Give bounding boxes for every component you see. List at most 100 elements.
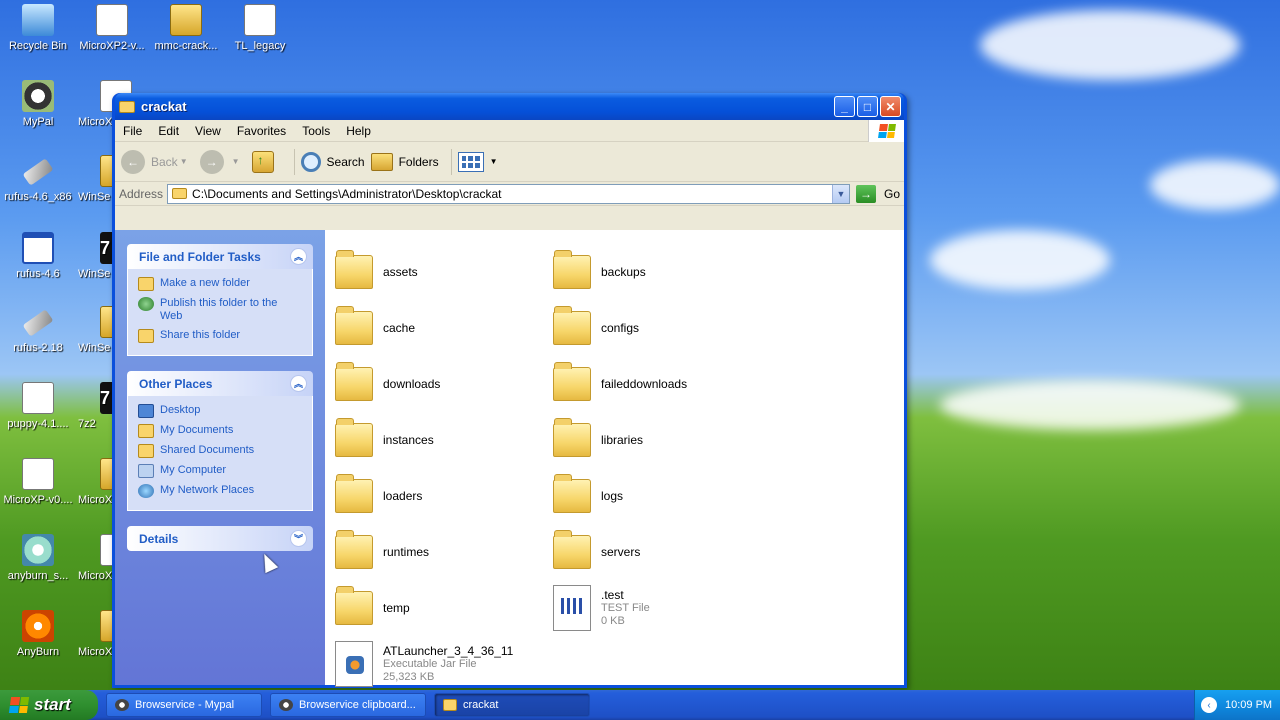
- forward-dropdown-icon[interactable]: ▼: [232, 157, 240, 166]
- taskbar-button-crackat[interactable]: crackat: [434, 693, 590, 717]
- taskbar-button-mypal[interactable]: Browservice - Mypal: [106, 693, 262, 717]
- address-label: Address: [119, 186, 164, 201]
- file-list: assets backups cache configs downloads f…: [325, 230, 904, 687]
- other-places-panel: Other Places ︽ Desktop My Documents Shar…: [127, 371, 313, 511]
- test-file-icon: [553, 585, 591, 631]
- collapse-chevron-icon[interactable]: ︽: [290, 248, 307, 265]
- desktop-icon-usb[interactable]: rufus-2.18: [0, 306, 76, 354]
- start-button[interactable]: start: [0, 690, 98, 720]
- desktop-icon-mypal[interactable]: MyPal: [0, 80, 76, 128]
- folder-item[interactable]: servers: [553, 524, 771, 580]
- file-item[interactable]: ATLauncher_3_4_36_11 Executable Jar File…: [335, 636, 553, 692]
- views-icon: [457, 151, 484, 172]
- folder-item[interactable]: backups: [553, 244, 771, 300]
- desktop-icon-usb[interactable]: rufus-4.6_x86: [0, 155, 76, 203]
- usb-icon: [22, 309, 54, 337]
- folder-icon: [335, 362, 373, 401]
- task-make-new-folder[interactable]: Make a new folder: [138, 277, 302, 291]
- system-tray: ‹ 10:09 PM: [1194, 690, 1280, 720]
- go-button[interactable]: → Go: [855, 184, 900, 203]
- views-dropdown-icon: ▼: [489, 157, 498, 166]
- other-places-body: Desktop My Documents Shared Documents My…: [127, 396, 313, 511]
- collapse-chevron-icon[interactable]: ︽: [290, 375, 307, 392]
- up-button[interactable]: [251, 150, 282, 173]
- menu-favorites[interactable]: Favorites: [229, 124, 294, 138]
- menu-tools[interactable]: Tools: [294, 124, 338, 138]
- windows-flag-icon: [877, 124, 896, 138]
- desktop-icon-file[interactable]: puppy-4.1....: [0, 382, 76, 430]
- desktop-icon-zip[interactable]: mmc-crack...: [148, 4, 224, 52]
- menu-view[interactable]: View: [187, 124, 229, 138]
- wallpaper-cloud: [980, 10, 1240, 80]
- wallpaper-cloud: [1150, 160, 1280, 210]
- details-panel: Details ︾: [127, 526, 313, 551]
- anyburn-icon: [22, 610, 54, 642]
- other-places-header[interactable]: Other Places ︽: [127, 371, 313, 396]
- desktop-icon-disc[interactable]: anyburn_s...: [0, 534, 76, 582]
- folder-item[interactable]: faileddownloads: [553, 356, 771, 412]
- folder-icon: [335, 306, 373, 345]
- folder-item[interactable]: libraries: [553, 412, 771, 468]
- details-header[interactable]: Details ︾: [127, 526, 313, 551]
- menu-help[interactable]: Help: [338, 124, 379, 138]
- place-my-computer[interactable]: My Computer: [138, 464, 302, 478]
- folder-item[interactable]: configs: [553, 300, 771, 356]
- folders-button[interactable]: Folders: [370, 152, 439, 171]
- task-publish-folder[interactable]: Publish this folder to the Web: [138, 297, 302, 323]
- search-label: Search: [326, 154, 365, 169]
- show-hidden-icons-chevron-icon[interactable]: ‹: [1201, 697, 1217, 713]
- windows-logo: [868, 120, 904, 142]
- back-button[interactable]: ← Back ▼: [121, 149, 194, 174]
- file-folder-tasks-body: Make a new folder Publish this folder to…: [127, 269, 313, 356]
- place-shared-documents[interactable]: Shared Documents: [138, 444, 302, 458]
- folder-item[interactable]: instances: [335, 412, 553, 468]
- place-my-documents[interactable]: My Documents: [138, 424, 302, 438]
- folder-item[interactable]: assets: [335, 244, 553, 300]
- desktop-icon-file[interactable]: MicroXP-v0....: [0, 458, 76, 506]
- shared-documents-icon: [138, 444, 154, 458]
- file-icon: [244, 4, 276, 36]
- place-my-network-places[interactable]: My Network Places: [138, 484, 302, 498]
- folder-item[interactable]: logs: [553, 468, 771, 524]
- wallpaper-cloud: [930, 230, 1110, 290]
- folder-item[interactable]: runtimes: [335, 524, 553, 580]
- folder-item[interactable]: cache: [335, 300, 553, 356]
- wallpaper-cloud: [940, 380, 1240, 430]
- my-computer-icon: [138, 464, 154, 478]
- address-bar: Address C:\Documents and Settings\Admini…: [115, 182, 904, 206]
- new-folder-icon: [138, 277, 154, 291]
- folder-item[interactable]: temp: [335, 580, 553, 636]
- forward-arrow-icon: →: [199, 149, 224, 174]
- task-share-folder[interactable]: Share this folder: [138, 329, 302, 343]
- minimize-button[interactable]: _: [834, 96, 855, 117]
- back-dropdown-icon[interactable]: ▼: [180, 157, 188, 166]
- place-desktop[interactable]: Desktop: [138, 404, 302, 418]
- address-input[interactable]: C:\Documents and Settings\Administrator\…: [167, 183, 850, 204]
- file-item[interactable]: .test TEST File 0 KB: [553, 580, 771, 636]
- file-folder-tasks-header[interactable]: File and Folder Tasks ︽: [127, 244, 313, 269]
- folder-icon: [335, 418, 373, 457]
- desktop-icon-anyburn[interactable]: AnyBurn: [0, 610, 76, 658]
- title-bar[interactable]: crackat _ □ ✕: [115, 93, 904, 120]
- close-button[interactable]: ✕: [880, 96, 901, 117]
- clock[interactable]: 10:09 PM: [1225, 699, 1272, 711]
- desktop-icon-recycle-bin[interactable]: Recycle Bin: [0, 4, 76, 52]
- address-dropdown-icon[interactable]: ▼: [831, 184, 849, 203]
- folders-icon: [370, 152, 393, 171]
- desktop-icon-file[interactable]: TL_legacy: [222, 4, 298, 52]
- forward-button[interactable]: → ▼: [199, 149, 246, 174]
- desktop-icon-file[interactable]: MicroXP2-v...: [74, 4, 150, 52]
- folders-label: Folders: [398, 154, 439, 169]
- folder-item[interactable]: downloads: [335, 356, 553, 412]
- explorer-window: crackat _ □ ✕ File Edit View Favorites T…: [112, 93, 907, 688]
- menu-edit[interactable]: Edit: [150, 124, 187, 138]
- desktop-icon-window[interactable]: rufus-4.6: [0, 232, 76, 280]
- menu-file[interactable]: File: [115, 124, 150, 138]
- maximize-button[interactable]: □: [857, 96, 878, 117]
- views-button[interactable]: ▼: [457, 151, 504, 172]
- folder-item[interactable]: loaders: [335, 468, 553, 524]
- folder-icon: [553, 530, 591, 569]
- expand-chevron-icon[interactable]: ︾: [290, 530, 307, 547]
- taskbar-button-clipboard[interactable]: Browservice clipboard...: [270, 693, 426, 717]
- search-button[interactable]: Search: [300, 151, 365, 172]
